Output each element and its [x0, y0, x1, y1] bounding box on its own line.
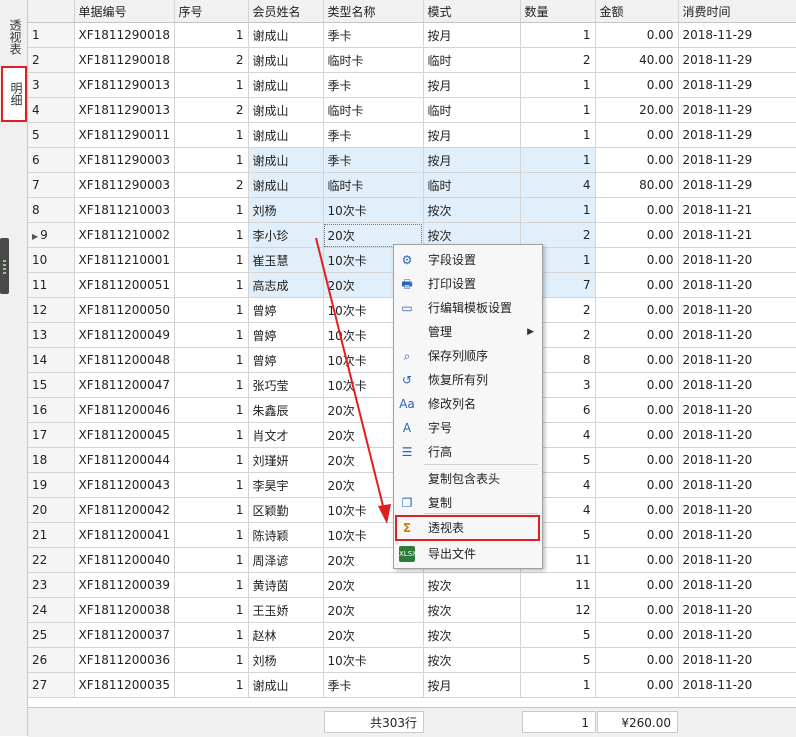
- menu-item-window[interactable]: ▭ 行编辑模板设置: [394, 296, 542, 320]
- printer-icon: 🖶: [401, 277, 413, 291]
- field-settings-icon: ⚙: [401, 253, 413, 267]
- menu-item-label: 字号: [428, 421, 453, 435]
- blank-icon: [399, 324, 415, 340]
- pivot-menu-highlight: [395, 515, 540, 541]
- menu-item-restore[interactable]: ↺ 恢复所有列: [394, 368, 542, 392]
- menu-item-label: 行编辑模板设置: [428, 301, 513, 315]
- menu-item-label: 恢复所有列: [428, 373, 489, 387]
- rename-icon: Aa: [399, 397, 415, 411]
- menu-item-copy[interactable]: ❐ 复制: [394, 491, 542, 515]
- menu-item-font-size[interactable]: A 字号: [394, 416, 542, 440]
- menu-item-rename[interactable]: Aa 修改列名: [394, 392, 542, 416]
- menu-item-label: 管理: [428, 325, 453, 339]
- menu-item-printer[interactable]: 🖶 打印设置: [394, 272, 542, 296]
- menu-item-label: 保存列顺序: [428, 349, 489, 363]
- menu-item-label: 行高: [428, 445, 453, 459]
- menu-separator: [424, 513, 538, 514]
- copy-icon: ❐: [401, 496, 413, 510]
- menu-item-label: 修改列名: [428, 397, 477, 411]
- menu-item-label: 字段设置: [428, 253, 477, 267]
- submenu-arrow-icon: ▶: [527, 327, 534, 337]
- save-columns-icon: ⌕: [403, 349, 411, 363]
- row-height-icon: ☰: [401, 445, 413, 459]
- menu-item-label: 复制包含表头: [428, 472, 501, 486]
- menu-item-blank[interactable]: 管理 ▶: [394, 320, 542, 344]
- font-size-icon: A: [402, 421, 412, 435]
- menu-item-blank[interactable]: 复制包含表头: [394, 467, 542, 491]
- window-icon: ▭: [401, 301, 413, 315]
- blank-icon: [399, 471, 415, 487]
- menu-item-row-height[interactable]: ☰ 行高: [394, 440, 542, 464]
- menu-item-label: 导出文件: [428, 547, 477, 561]
- menu-separator: [424, 464, 538, 465]
- menu-item-xlsx[interactable]: XLSX 导出文件: [394, 542, 542, 566]
- restore-icon: ↺: [401, 373, 413, 387]
- xlsx-icon: XLSX: [399, 546, 417, 562]
- menu-item-save-columns[interactable]: ⌕ 保存列顺序: [394, 344, 542, 368]
- menu-item-field-settings[interactable]: ⚙ 字段设置: [394, 248, 542, 272]
- menu-item-label: 打印设置: [428, 277, 477, 291]
- menu-item-label: 复制: [428, 496, 453, 510]
